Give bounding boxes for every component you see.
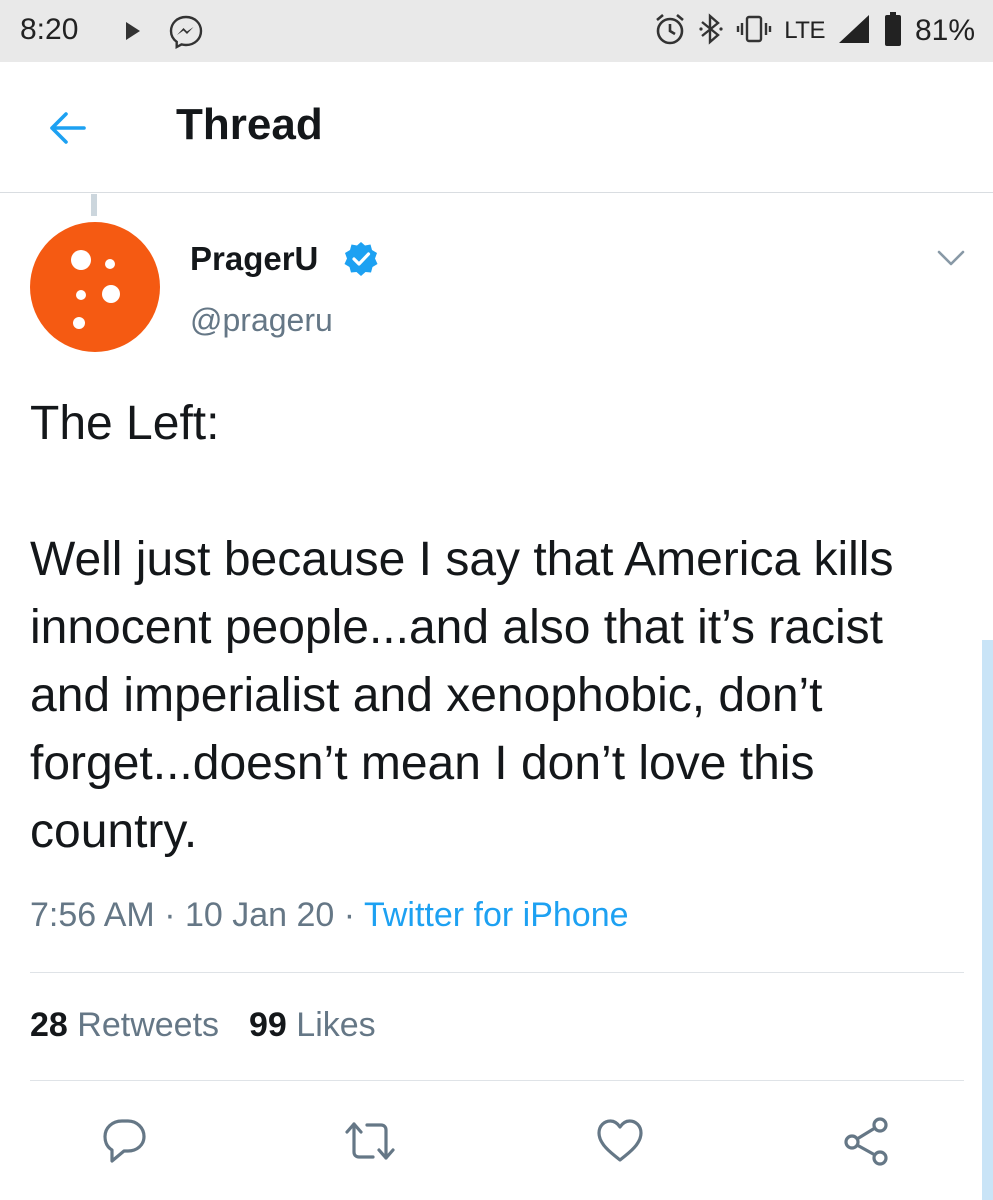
like-label: Likes (296, 1006, 376, 1044)
page-title: Thread (176, 100, 323, 149)
tweet-time: 7:56 AM (30, 896, 155, 934)
avatar[interactable] (30, 222, 160, 352)
divider (30, 1080, 964, 1081)
network-type: LTE (784, 17, 825, 44)
share-button[interactable] (840, 1114, 894, 1168)
alarm-icon (654, 12, 686, 51)
like-count: 99 (249, 1006, 287, 1044)
status-time: 8:20 (20, 13, 79, 46)
tweet-date: 10 Jan 20 (184, 896, 335, 934)
prageru-logo-icon (71, 250, 120, 329)
messenger-icon (168, 14, 204, 55)
like-icon (597, 1119, 643, 1162)
reply-icon (103, 1119, 146, 1163)
tweet-source-link[interactable]: Twitter for iPhone (364, 896, 629, 934)
tweet-stats: 28 Retweets 99 Likes (30, 1006, 376, 1045)
author-name[interactable]: PragerU (190, 240, 318, 278)
battery-percent: 81% (914, 14, 975, 47)
back-button[interactable] (46, 106, 90, 150)
like-button[interactable] (593, 1114, 647, 1168)
share-icon (844, 1117, 888, 1166)
meta-separator: · (343, 896, 356, 934)
tweet-text: The Left: Well just because I say that A… (30, 397, 894, 858)
tweet-meta: 7:56 AM · 10 Jan 20 · Twitter for iPhone (30, 896, 629, 935)
status-bar: 8:20 LTE 81% (0, 0, 993, 62)
play-icon (124, 21, 142, 46)
retweet-button[interactable] (343, 1114, 397, 1168)
divider (30, 972, 964, 973)
app-bar: Thread (0, 62, 993, 193)
vibrate-icon (736, 14, 772, 49)
arrow-left-icon (50, 112, 86, 144)
retweet-count: 28 (30, 1006, 68, 1044)
reply-button[interactable] (98, 1114, 152, 1168)
retweet-label: Retweets (77, 1006, 220, 1044)
tweet-actions (0, 1106, 993, 1176)
retweet-icon (345, 1122, 395, 1160)
scrollbar[interactable] (982, 640, 993, 1200)
bluetooth-icon (698, 12, 724, 51)
battery-icon (883, 11, 903, 52)
author-handle[interactable]: @prageru (190, 302, 333, 339)
thread-connector (91, 194, 97, 216)
retweets-stat[interactable]: 28 Retweets (30, 1006, 219, 1044)
status-icons: LTE 81% (654, 11, 975, 52)
signal-icon (837, 13, 871, 50)
likes-stat[interactable]: 99 Likes (249, 1006, 376, 1044)
chevron-down-icon (937, 250, 965, 266)
verified-badge-icon (344, 242, 378, 276)
tweet-menu-button[interactable] (934, 246, 968, 270)
meta-separator: · (164, 896, 176, 934)
